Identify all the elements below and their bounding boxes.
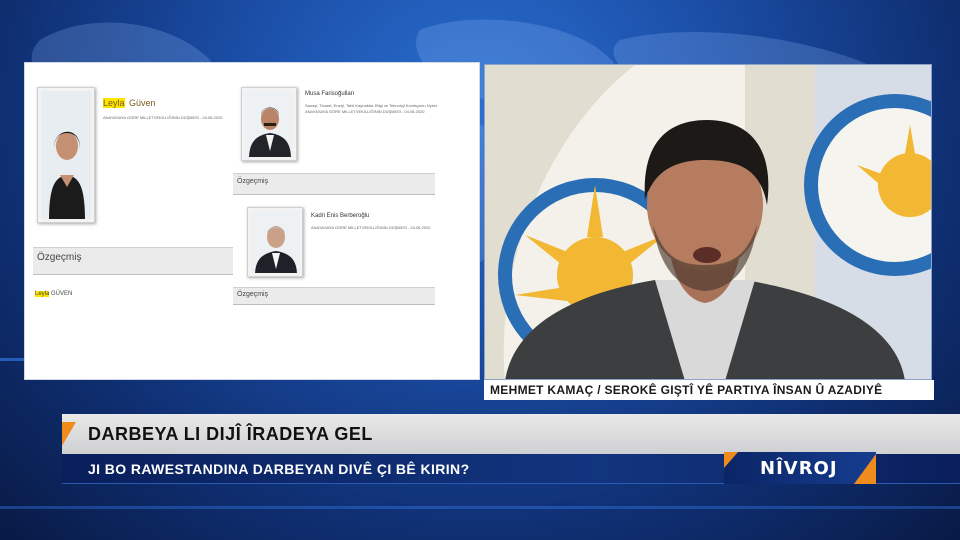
portrait-image xyxy=(251,211,299,273)
document-screenshot-panel: Leyla Güven ANAYASAYA GÖRE MİLLETVEKİLLİ… xyxy=(24,62,480,380)
headline-accent-triangle xyxy=(62,422,76,446)
section-label: Özgeçmiş xyxy=(237,291,269,298)
subheadline-text: JI BO RAWESTANDINA DARBEYAN DIVÊ ÇI BÊ K… xyxy=(88,461,470,477)
program-logo-text: NÎVROJ xyxy=(760,458,838,479)
highlighted-first-name: Leyla xyxy=(103,98,125,108)
logo-accent-left xyxy=(724,452,738,468)
program-logo: NÎVROJ xyxy=(724,452,876,484)
person3-subline: ANAYASAYA GÖRE MİLLETVEKİLLİĞİNİN DÜŞMES… xyxy=(311,225,431,230)
decor-stripe xyxy=(0,506,960,509)
portrait-image xyxy=(245,91,293,157)
last-name: Güven xyxy=(128,98,156,108)
photo-musa-farisogullari xyxy=(241,87,297,161)
logo-accent-right xyxy=(854,454,876,484)
section-ozgecmis-2: Özgeçmiş xyxy=(233,173,435,195)
section-label: Özgeçmiş xyxy=(37,252,82,263)
bio-first-name: Leyla xyxy=(35,291,50,297)
guest-video-feed xyxy=(484,64,932,380)
photo-leyla-guven xyxy=(37,87,95,223)
portrait-image xyxy=(41,91,91,219)
person1-bio-name: Leyla GÜVEN xyxy=(35,291,72,297)
document-page: Leyla Güven ANAYASAYA GÖRE MİLLETVEKİLLİ… xyxy=(33,73,449,307)
person3-name: Kadri Enis Berberoğlu xyxy=(311,213,370,219)
section-ozgecmis-3: Özgeçmiş xyxy=(233,287,435,305)
person1-subline: ANAYASAYA GÖRE MİLLETVEKİLLİĞİNİN DÜŞMES… xyxy=(103,115,223,120)
headline-bar: DARBEYA LI DIJÎ ÎRADEYA GEL xyxy=(62,414,960,454)
person2-name: Musa Farisoğulları xyxy=(305,91,355,97)
guest-video-image xyxy=(485,65,931,379)
section-label: Özgeçmiş xyxy=(237,178,269,185)
guest-name-caption: MEHMET KAMAÇ / SEROKÊ GIŞTÎ YÊ PARTIYA Î… xyxy=(484,380,934,400)
person2-subline: ANAYASAYA GÖRE MİLLETVEKİLLİĞİNİN DÜŞMES… xyxy=(305,109,425,114)
headline-text: DARBEYA LI DIJÎ ÎRADEYA GEL xyxy=(88,424,373,444)
bio-last-name: GÜVEN xyxy=(51,291,73,297)
section-ozgecmis-1: Özgeçmiş xyxy=(33,247,233,275)
person1-name: Leyla Güven xyxy=(103,93,156,111)
photo-kadri-enis-berberoglu xyxy=(247,207,303,277)
